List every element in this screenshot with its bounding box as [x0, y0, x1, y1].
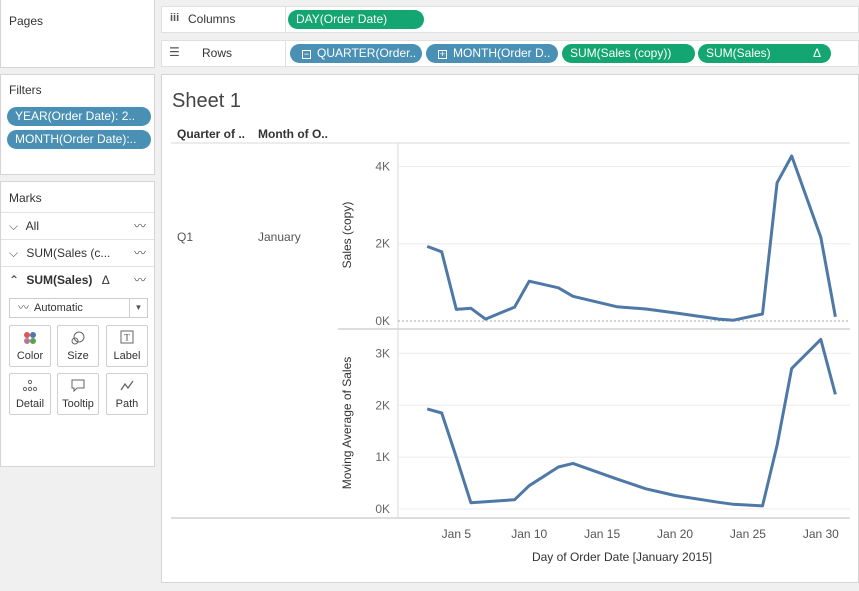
delta-icon: Δ — [101, 273, 110, 287]
marks-row-sales-copy[interactable]: ⌵ SUM(Sales (c... 〰 — [1, 239, 154, 265]
sheet-title: Sheet 1 — [172, 90, 241, 112]
filter-year-order-date[interactable]: YEAR(Order Date): 2.. — [7, 107, 151, 126]
chevron-down-icon: ⌵ — [9, 219, 19, 233]
line-mark-icon: 〰 — [133, 246, 146, 260]
pill-sum-sales-copy[interactable]: SUM(Sales (copy)) — [562, 44, 695, 63]
card-label: Path — [115, 398, 139, 410]
detail-card[interactable]: Detail — [9, 373, 51, 415]
pill-label: MONTH(Order D.. — [453, 46, 551, 60]
columns-label: Columns — [188, 12, 236, 26]
delta-icon: Δ — [812, 46, 821, 60]
marks-panel: Marks ⌵ All 〰 ⌵ SUM(Sales (c... 〰 ⌃ SUM(… — [0, 181, 155, 467]
pill-sum-sales[interactable]: SUM(Sales) Δ — [698, 44, 831, 63]
chevron-down-icon: ⌵ — [9, 246, 19, 260]
marks-row-label: SUM(Sales) — [26, 273, 93, 287]
mark-type-select[interactable]: 〰 Automatic ▼ — [9, 298, 148, 318]
line-mark-icon: 〰 — [18, 302, 29, 314]
svg-text:T: T — [124, 333, 130, 343]
header-month[interactable]: Month of O.. — [258, 127, 328, 141]
filter-month-order-date[interactable]: MONTH(Order Date):.. — [7, 130, 151, 149]
line-mark-icon: 〰 — [133, 273, 146, 287]
columns-icon: iii — [170, 12, 180, 24]
pages-panel: Pages — [0, 0, 155, 68]
pages-title: Pages — [9, 14, 44, 28]
rows-label: Rows — [202, 46, 233, 60]
pill-label: SUM(Sales) — [706, 46, 771, 60]
card-label: Tooltip — [62, 398, 94, 410]
color-dots-icon — [10, 330, 50, 350]
pill-month-order-date[interactable]: + MONTH(Order D.. — [426, 44, 558, 63]
card-label: Size — [67, 350, 89, 362]
expand-icon[interactable]: + — [438, 50, 447, 59]
cell-quarter: Q1 — [177, 230, 194, 244]
mark-type-value: Automatic — [34, 302, 83, 314]
filters-panel: Filters YEAR(Order Date): 2.. MONTH(Orde… — [0, 74, 155, 175]
card-label: Detail — [15, 398, 45, 410]
marks-row-sales[interactable]: ⌃ SUM(Sales) Δ 〰 — [1, 266, 154, 292]
marks-row-label: SUM(Sales (c... — [26, 246, 111, 260]
pill-day-order-date[interactable]: DAY(Order Date) — [288, 10, 424, 29]
detail-icon — [10, 378, 50, 398]
tooltip-icon — [58, 378, 98, 398]
size-icon — [58, 330, 98, 350]
rows-shelf[interactable]: ☰ Rows − QUARTER(Order.. + MONTH(Order D..… — [161, 40, 859, 67]
filters-title: Filters — [9, 83, 42, 97]
path-icon — [107, 378, 147, 398]
cell-month: January — [258, 230, 301, 244]
columns-shelf[interactable]: iii Columns DAY(Order Date) — [161, 6, 859, 33]
tooltip-card[interactable]: Tooltip — [57, 373, 99, 415]
card-label: Color — [16, 350, 44, 362]
collapse-icon[interactable]: − — [302, 50, 311, 59]
header-quarter[interactable]: Quarter of .. — [177, 127, 245, 141]
chevron-up-icon: ⌃ — [9, 273, 20, 287]
line-mark-icon: 〰 — [133, 219, 146, 233]
label-icon: T — [107, 330, 147, 350]
pill-quarter-order-date[interactable]: − QUARTER(Order.. — [290, 44, 422, 63]
size-card[interactable]: Size — [57, 325, 99, 367]
columns-label-cell: iii Columns — [162, 7, 286, 32]
marks-row-label: All — [25, 219, 40, 233]
card-label: Label — [113, 350, 141, 362]
marks-title: Marks — [9, 191, 42, 205]
marks-row-all[interactable]: ⌵ All 〰 — [1, 212, 154, 238]
rows-label-cell: ☰ Rows — [162, 41, 286, 66]
dropdown-arrow-icon[interactable]: ▼ — [129, 299, 147, 317]
color-card[interactable]: Color — [9, 325, 51, 367]
view-canvas: Sheet 1 Quarter of .. Month of O.. Q1 Ja… — [161, 74, 859, 583]
rows-icon: ☰ — [169, 45, 180, 59]
label-card[interactable]: T Label — [106, 325, 148, 367]
pill-label: QUARTER(Order.. — [317, 46, 417, 60]
path-card[interactable]: Path — [106, 373, 148, 415]
